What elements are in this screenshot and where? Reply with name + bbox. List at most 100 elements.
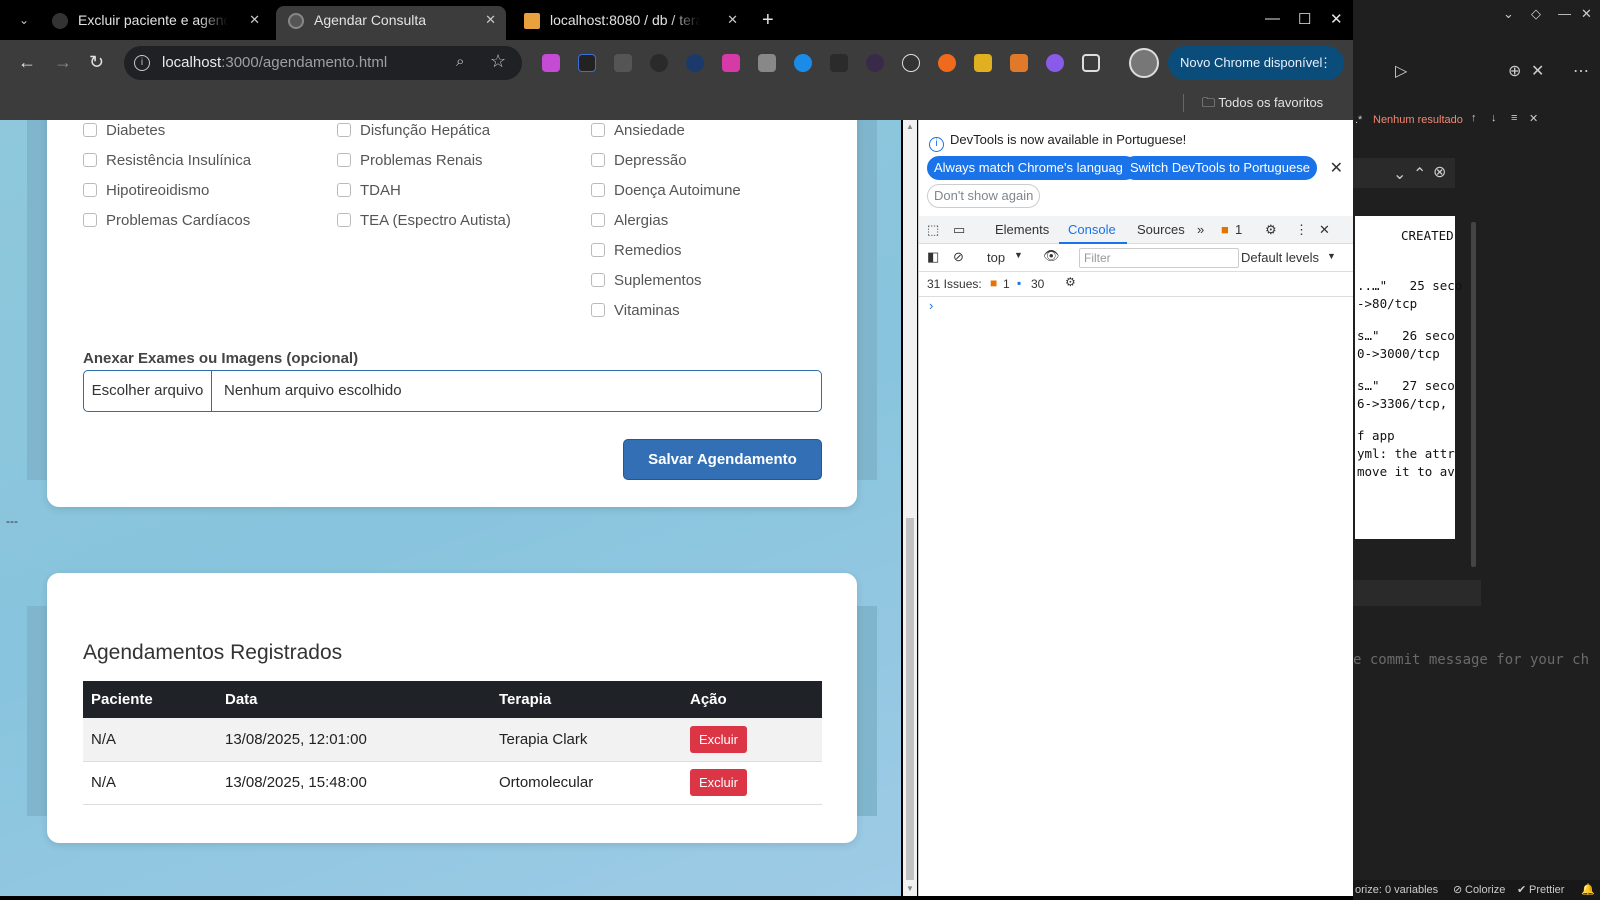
condition-checkbox[interactable]: Problemas Renais bbox=[337, 152, 483, 169]
match-language-button[interactable]: Always match Chrome's language bbox=[927, 156, 1138, 180]
arrow-down-icon[interactable]: ↓ bbox=[1491, 112, 1497, 124]
extension-icon[interactable] bbox=[542, 54, 560, 72]
chevron-up-icon[interactable]: ⌃ bbox=[1413, 164, 1426, 184]
debug-icon[interactable]: ⊕ bbox=[1508, 61, 1521, 81]
tab-console[interactable]: Console bbox=[1068, 222, 1116, 237]
extensions-puzzle-icon[interactable] bbox=[1082, 54, 1100, 72]
checkbox-box[interactable] bbox=[591, 273, 605, 287]
choose-file-button[interactable]: Escolher arquivo bbox=[84, 371, 212, 411]
condition-checkbox[interactable]: Diabetes bbox=[83, 122, 165, 139]
extension-icon[interactable] bbox=[938, 54, 956, 72]
tab-phpmyadmin[interactable]: localhost:8080 / db / terapia ✕ bbox=[512, 6, 748, 40]
extension-icon[interactable] bbox=[578, 54, 596, 72]
condition-checkbox[interactable]: Remedios bbox=[591, 242, 682, 259]
scrollbar-thumb[interactable] bbox=[906, 518, 914, 880]
switch-language-button[interactable]: Switch DevTools to Portuguese bbox=[1123, 156, 1317, 180]
issues-badge-count[interactable]: 1 bbox=[1235, 222, 1242, 237]
close-window-icon[interactable]: ✕ bbox=[1330, 10, 1343, 28]
dont-show-again-button[interactable]: Don't show again bbox=[927, 184, 1041, 208]
terminal-scrollbar[interactable] bbox=[1471, 222, 1476, 567]
json-icon[interactable] bbox=[830, 54, 848, 72]
issues-bar[interactable]: 31 Issues: ■ 1 ▪ 30 ⚙ bbox=[919, 272, 1354, 297]
condition-checkbox[interactable]: TDAH bbox=[337, 182, 401, 199]
diamond-icon[interactable]: ◇ bbox=[1531, 6, 1541, 22]
checkbox-box[interactable] bbox=[591, 183, 605, 197]
close-notice-icon[interactable]: ✕ bbox=[1330, 158, 1343, 178]
more-icon[interactable]: ⋯ bbox=[1573, 61, 1589, 81]
condition-checkbox[interactable]: Doença Autoimune bbox=[591, 182, 741, 199]
close-window-icon[interactable]: ✕ bbox=[1581, 6, 1592, 22]
delete-button[interactable]: Excluir bbox=[690, 725, 748, 753]
clear-console-icon[interactable]: ⊘ bbox=[953, 249, 964, 265]
console-prompt-icon[interactable]: › bbox=[929, 298, 933, 313]
page-scrollbar[interactable]: ▲ ▼ bbox=[903, 120, 917, 896]
condition-checkbox[interactable]: Ansiedade bbox=[591, 122, 685, 139]
extension-icon[interactable] bbox=[866, 54, 884, 72]
checkbox-box[interactable] bbox=[337, 213, 351, 227]
chevron-down-icon[interactable]: ⌄ bbox=[1393, 164, 1406, 184]
bell-icon[interactable]: 🔔 bbox=[1581, 880, 1595, 900]
url-text[interactable]: localhost:3000/agendamento.html bbox=[162, 54, 387, 71]
checkbox-box[interactable] bbox=[591, 213, 605, 227]
more-tabs-icon[interactable]: » bbox=[1197, 222, 1204, 237]
more-vert-icon[interactable]: ⋮ bbox=[1319, 46, 1332, 80]
download-icon[interactable] bbox=[722, 54, 740, 72]
file-input[interactable]: Escolher arquivo Nenhum arquivo escolhid… bbox=[83, 370, 822, 412]
checkbox-box[interactable] bbox=[337, 153, 351, 167]
regex-icon[interactable]: .* bbox=[1355, 114, 1362, 126]
condition-checkbox[interactable]: TEA (Espectro Autista) bbox=[337, 212, 511, 229]
tab-elements[interactable]: Elements bbox=[995, 222, 1049, 237]
checkbox-box[interactable] bbox=[591, 303, 605, 317]
issues-settings-icon[interactable]: ⚙ bbox=[1065, 275, 1076, 289]
condition-checkbox[interactable]: Hipotireoidismo bbox=[83, 182, 209, 199]
condition-checkbox[interactable]: Suplementos bbox=[591, 272, 702, 289]
chrome-update-button[interactable]: Novo Chrome disponível ⋮ bbox=[1168, 46, 1344, 80]
checkbox-box[interactable] bbox=[337, 183, 351, 197]
arrow-up-icon[interactable]: ↑ bbox=[1471, 112, 1477, 124]
condition-checkbox[interactable]: Vitaminas bbox=[591, 302, 680, 319]
close-find-icon[interactable]: ✕ bbox=[1529, 112, 1538, 125]
forward-icon[interactable]: → bbox=[54, 52, 72, 73]
dark-mode-icon[interactable] bbox=[650, 54, 668, 72]
condition-checkbox[interactable]: Disfunção Hepática bbox=[337, 122, 490, 139]
extension-icon[interactable] bbox=[686, 54, 704, 72]
condition-checkbox[interactable]: Problemas Cardíacos bbox=[83, 212, 250, 229]
close-tab-icon[interactable]: ✕ bbox=[485, 6, 496, 34]
checkbox-box[interactable] bbox=[83, 123, 97, 137]
tab-agendar-consulta[interactable]: Agendar Consulta ✕ bbox=[276, 6, 506, 40]
close-devtools-icon[interactable]: ✕ bbox=[1319, 222, 1330, 238]
back-icon[interactable]: ← bbox=[18, 52, 36, 73]
close-tab-icon[interactable]: ✕ bbox=[727, 6, 738, 34]
run-icon[interactable]: ▷ bbox=[1395, 61, 1407, 81]
status-colorize[interactable]: Colorize bbox=[1465, 880, 1505, 900]
address-bar[interactable]: i localhost:3000/agendamento.html ⌕ ☆ bbox=[124, 46, 522, 80]
console-filter-input[interactable]: Filter bbox=[1079, 248, 1239, 268]
menu-icon[interactable]: ≡ bbox=[1511, 112, 1517, 124]
checkbox-box[interactable] bbox=[83, 183, 97, 197]
device-toolbar-icon[interactable]: ▭ bbox=[953, 222, 965, 238]
status-prettier[interactable]: Prettier bbox=[1529, 880, 1564, 900]
checkbox-box[interactable] bbox=[591, 123, 605, 137]
commit-message-input[interactable]: e commit message for your ch bbox=[1353, 652, 1589, 668]
condition-checkbox[interactable]: Alergias bbox=[591, 212, 668, 229]
issues-badge-icon[interactable]: ■ bbox=[1221, 222, 1229, 237]
minimize-icon[interactable]: — bbox=[1558, 6, 1571, 21]
minimize-icon[interactable]: — bbox=[1265, 10, 1280, 27]
checkbox-box[interactable] bbox=[83, 153, 97, 167]
maximize-icon[interactable]: ☐ bbox=[1298, 10, 1311, 28]
site-info-icon[interactable]: i bbox=[134, 55, 150, 71]
extension-icon[interactable] bbox=[974, 54, 992, 72]
condition-checkbox[interactable]: Resistência Insulínica bbox=[83, 152, 251, 169]
extension-icon[interactable] bbox=[614, 54, 632, 72]
compass-icon[interactable] bbox=[902, 54, 920, 72]
settings-gear-icon[interactable]: ⚙ bbox=[1265, 222, 1277, 238]
extension-icon[interactable] bbox=[758, 54, 776, 72]
profile-avatar[interactable] bbox=[1129, 48, 1159, 78]
close-tab-icon[interactable]: ✕ bbox=[249, 6, 260, 34]
checkbox-box[interactable] bbox=[591, 153, 605, 167]
scroll-up-icon[interactable]: ▲ bbox=[906, 122, 914, 131]
checkbox-box[interactable] bbox=[591, 243, 605, 257]
tab-search-icon[interactable]: ⌄ bbox=[14, 10, 34, 30]
gear-extension-icon[interactable] bbox=[1046, 54, 1064, 72]
checkbox-box[interactable] bbox=[83, 213, 97, 227]
